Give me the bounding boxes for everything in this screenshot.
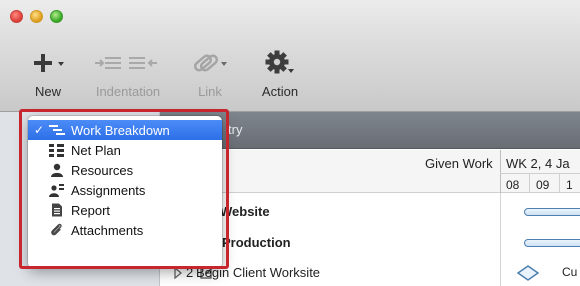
close-window-button[interactable] [10, 10, 23, 23]
gantt-summary-bar[interactable] [524, 239, 580, 247]
column-divider [500, 150, 501, 193]
indentation-label: Indentation [95, 84, 161, 99]
new-button[interactable]: New [18, 46, 78, 104]
row-title: Production [222, 235, 291, 250]
view-title: try [228, 122, 243, 137]
day-divider [500, 173, 580, 174]
window-toolbar: New Indentation Link Action [0, 0, 580, 112]
week-header: WK 2, 4 Ja [506, 156, 570, 171]
link-icon [193, 54, 227, 72]
new-label: New [34, 84, 61, 99]
minimize-window-button[interactable] [30, 10, 43, 23]
indentation-button[interactable]: Indentation [88, 46, 168, 104]
gantt-label: Cu [562, 265, 578, 279]
highlight-annotation-frame [19, 109, 229, 269]
gantt-summary-bar[interactable] [524, 208, 580, 216]
gear-icon [265, 50, 294, 74]
zoom-window-button[interactable] [50, 10, 63, 23]
day-header: 08 [506, 178, 520, 192]
link-button[interactable]: Link [180, 46, 240, 104]
action-button[interactable]: Action [250, 46, 310, 104]
day-header: 09 [536, 178, 550, 192]
action-label: Action [261, 84, 299, 99]
indentation-icon [95, 57, 157, 69]
given-work-column-header[interactable]: Given Work [425, 156, 493, 171]
link-label: Link [198, 84, 222, 99]
milestone-diamond-icon[interactable] [516, 263, 542, 283]
day-separator [529, 174, 530, 193]
day-separator [559, 174, 560, 193]
plus-icon [34, 54, 64, 72]
day-header: 1 [566, 178, 573, 192]
